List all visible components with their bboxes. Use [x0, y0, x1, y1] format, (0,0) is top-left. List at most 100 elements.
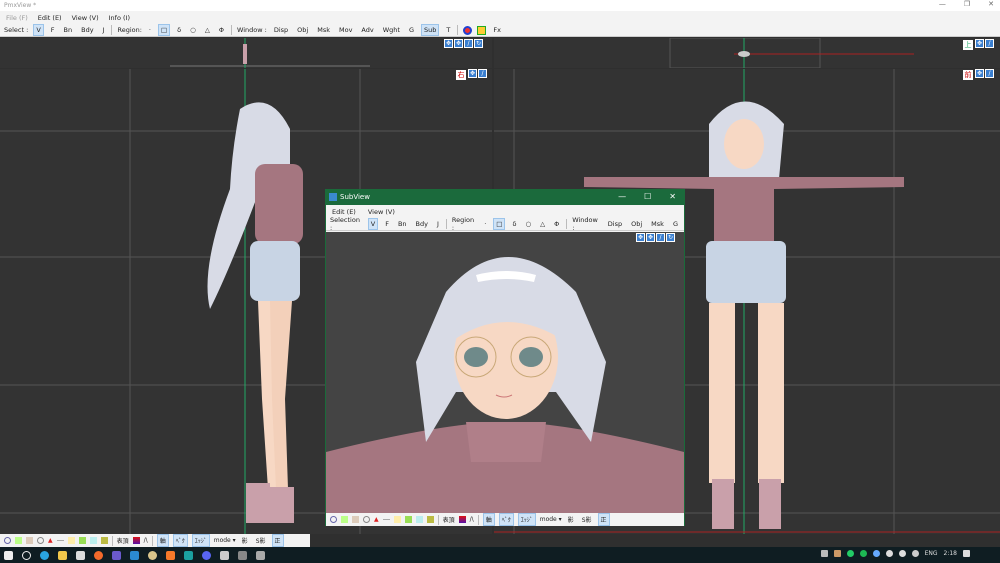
top-left-viewport[interactable]: ✥ ✥ / ↻: [0, 38, 492, 68]
move-icon[interactable]: ✥: [454, 39, 463, 48]
spotify-icon[interactable]: [859, 550, 867, 557]
steam-icon[interactable]: [872, 550, 880, 557]
self-shadow-button[interactable]: S影: [580, 514, 594, 525]
minimize-button[interactable]: —: [939, 0, 946, 8]
rotate-icon[interactable]: ↻: [666, 233, 675, 242]
subview-close-button[interactable]: ✕: [669, 192, 676, 201]
shadow-button[interactable]: 影: [240, 535, 250, 546]
sub-region-triangle[interactable]: △: [538, 219, 547, 229]
sub-window-disp[interactable]: Disp: [606, 219, 624, 229]
region-triangle[interactable]: △: [203, 25, 212, 35]
menu-edit[interactable]: Edit (E): [38, 14, 62, 22]
audio-icon[interactable]: [238, 550, 247, 560]
weight-display-icon[interactable]: [341, 516, 348, 523]
tray-icon[interactable]: [833, 550, 841, 557]
tray-icon[interactable]: [846, 550, 854, 557]
joint-icon[interactable]: [89, 537, 97, 544]
app-icon[interactable]: [220, 550, 229, 560]
grid-toggle-icon[interactable]: [477, 25, 487, 35]
axis-button[interactable]: 軸: [156, 534, 169, 547]
joint-icon[interactable]: [415, 516, 423, 523]
axis-toggle-icon[interactable]: [463, 25, 473, 35]
sub-select-face[interactable]: F: [383, 219, 391, 229]
line-icon[interactable]: [382, 519, 390, 520]
sub-window-g[interactable]: G: [671, 219, 680, 229]
app-icon[interactable]: [256, 550, 265, 560]
menu-view[interactable]: View (V): [72, 14, 99, 22]
firefox-icon[interactable]: [94, 550, 103, 560]
color-swatch-icon[interactable]: [458, 516, 466, 523]
zoom-icon[interactable]: /: [464, 39, 473, 48]
vertex-display-icon[interactable]: [4, 537, 11, 544]
vector-button[interactable]: ﾍﾞｸ: [172, 534, 188, 547]
window-obj[interactable]: Obj: [295, 25, 310, 35]
discord-icon[interactable]: [202, 550, 211, 560]
select-bone[interactable]: Bn: [62, 25, 75, 35]
rigid-icon[interactable]: [426, 516, 434, 523]
triangle-icon[interactable]: ▲: [48, 537, 53, 544]
subview-viewport[interactable]: ✥ ✥ / ↻: [326, 232, 684, 513]
bone-display-icon[interactable]: [37, 537, 44, 544]
select-joint[interactable]: J: [101, 25, 107, 35]
sub-region-point[interactable]: ·: [482, 219, 488, 229]
sub-region-rect[interactable]: □: [493, 218, 506, 230]
pmxview-icon[interactable]: [130, 550, 139, 560]
axis-button[interactable]: 軸: [482, 513, 495, 526]
window-msk[interactable]: Msk: [315, 25, 332, 35]
select-face[interactable]: F: [49, 25, 57, 35]
bone-display-icon[interactable]: [363, 516, 370, 523]
app-icon[interactable]: [148, 550, 157, 560]
window-wght[interactable]: Wght: [381, 25, 402, 35]
sub-select-bone[interactable]: Bn: [396, 219, 409, 229]
tray-icon[interactable]: [820, 550, 828, 557]
menu-file[interactable]: File (F): [6, 14, 28, 22]
select-body[interactable]: Bdy: [79, 25, 95, 35]
region-circle[interactable]: ○: [188, 25, 198, 35]
move-icon[interactable]: ✥: [468, 69, 477, 78]
telegram-icon[interactable]: [885, 550, 893, 557]
light-icon[interactable]: [67, 537, 75, 544]
select-vertex[interactable]: V: [33, 24, 44, 36]
window-sub[interactable]: Sub: [421, 24, 440, 36]
file-explorer-icon[interactable]: [58, 550, 67, 560]
ortho-button[interactable]: 正: [271, 534, 284, 547]
zoom-icon[interactable]: /: [656, 233, 665, 242]
vertex-display-icon[interactable]: [330, 516, 337, 523]
pan-icon[interactable]: ✥: [444, 39, 453, 48]
material-display-icon[interactable]: [26, 537, 33, 544]
ortho-button[interactable]: 正: [597, 513, 610, 526]
blender-icon[interactable]: [166, 550, 175, 560]
region-point[interactable]: ·: [147, 25, 153, 35]
search-icon[interactable]: [22, 550, 31, 560]
region-rect[interactable]: □: [158, 24, 171, 36]
sub-region-circle[interactable]: ○: [523, 219, 533, 229]
material-display-icon[interactable]: [352, 516, 359, 523]
pan-icon[interactable]: ✥: [636, 233, 645, 242]
mode-dropdown[interactable]: mode ▾: [214, 537, 236, 544]
shadow-button[interactable]: 影: [566, 514, 576, 525]
clock[interactable]: 2:18: [944, 550, 957, 557]
start-icon[interactable]: [4, 550, 13, 560]
sub-select-vertex[interactable]: V: [367, 218, 379, 230]
vector-button[interactable]: ﾍﾞｸ: [498, 513, 514, 526]
subview-menu-view[interactable]: View (V): [368, 208, 395, 216]
window-adv[interactable]: Adv: [359, 25, 375, 35]
self-shadow-button[interactable]: S影: [254, 535, 268, 546]
zoom-icon[interactable]: /: [985, 39, 994, 48]
color-swatch-icon[interactable]: [132, 537, 140, 544]
app-icon[interactable]: [184, 550, 193, 560]
sub-region-lasso[interactable]: δ: [510, 219, 518, 229]
sub-window-msk[interactable]: Msk: [649, 219, 666, 229]
move-icon[interactable]: ✥: [646, 233, 655, 242]
move-icon[interactable]: ✥: [975, 39, 984, 48]
fx-button[interactable]: Fx: [491, 25, 503, 35]
zoom-icon[interactable]: /: [478, 69, 487, 78]
move-icon[interactable]: ✥: [975, 69, 984, 78]
mode-dropdown[interactable]: mode ▾: [540, 516, 562, 523]
line-icon[interactable]: [56, 540, 64, 541]
triangle-icon[interactable]: ▲: [374, 516, 379, 523]
subview-maximize-button[interactable]: ☐: [644, 192, 651, 201]
edge-icon[interactable]: [40, 550, 49, 560]
subview-menu-edit[interactable]: Edit (E): [332, 208, 356, 216]
app-icon[interactable]: [76, 550, 85, 560]
